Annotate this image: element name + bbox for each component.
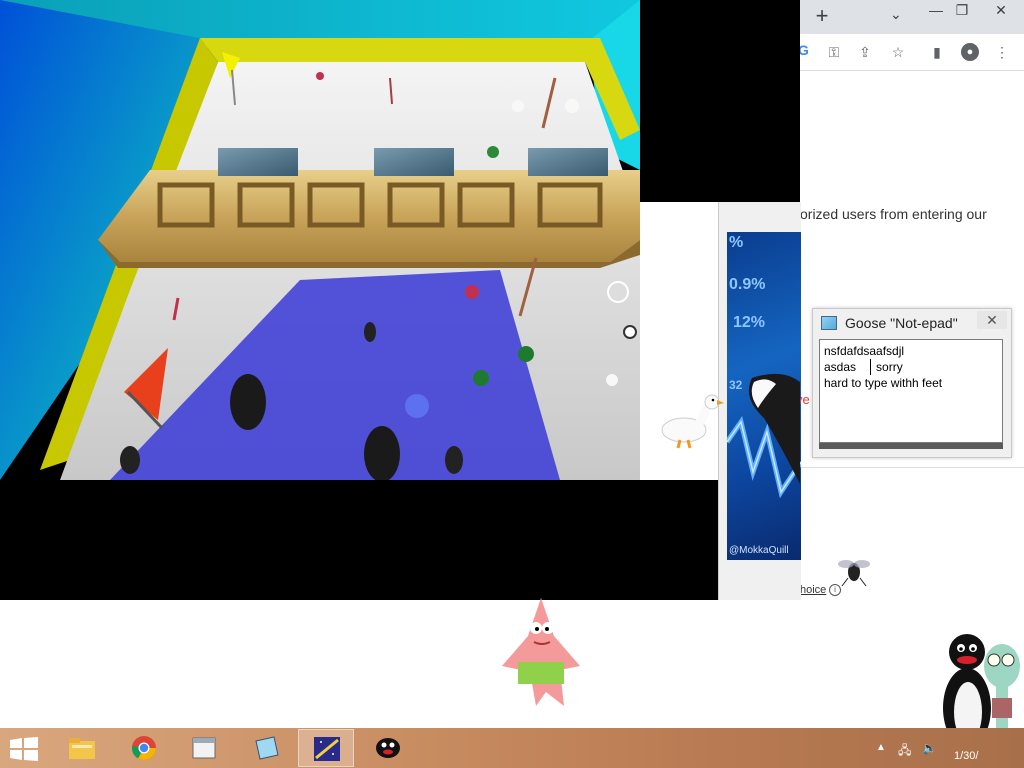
volume-icon[interactable]: 🔈 [922,741,937,755]
notepad-window[interactable]: Goose "Not-epad" ✕ nsfdafdsaafsdjl asdas… [812,308,1012,458]
notepad-icon [821,316,837,330]
profile-icon[interactable]: ● [961,43,979,61]
close-button[interactable]: ✕ [977,311,1007,329]
privacy-choice-link[interactable]: hoice [800,584,826,596]
horizontal-scrollbar[interactable] [819,443,1003,449]
stock-number: 12% [733,314,766,331]
taskbar-notepad[interactable] [238,729,294,767]
key-icon[interactable]: ⚿ [824,42,844,62]
new-tab-button[interactable]: + [810,4,834,28]
divider [800,467,1024,468]
notepad-app-icon [255,736,279,760]
taskbar-file-explorer[interactable] [54,729,110,767]
stock-number: 0.9% [729,276,766,293]
network-icon[interactable]: 🖧 [898,741,911,762]
page-body-text: orized users from entering our [800,206,987,222]
stock-number: % [729,234,744,251]
notepad-title: Goose "Not-epad" [845,315,958,331]
menu-kebab-icon[interactable]: ⋮ [992,42,1012,62]
folder-icon [69,738,95,759]
penguin-wing-graphic [748,373,800,484]
taskbar-clock[interactable]: 1/30/ [954,750,978,762]
tray-overflow-icon[interactable]: ▲ [876,742,886,753]
explorer-window-icon [192,737,216,759]
game-app-icon [314,737,340,761]
taskbar-windows-explorer[interactable] [176,729,232,767]
black-region [0,480,718,600]
notepad-titlebar[interactable]: Goose "Not-epad" ✕ [813,309,1011,337]
goose-icon[interactable] [658,392,726,454]
close-button[interactable]: ✕ [978,0,1024,22]
black-region [640,0,800,202]
side-panel-icon[interactable]: ▮ [927,42,947,62]
bookmark-star-icon[interactable]: ☆ [888,42,908,62]
pingu-app-icon [376,738,400,758]
chrome-icon [132,736,156,761]
text-caret [870,359,871,375]
notepad-text-area[interactable]: nsfdafdsaafsdjl asdas sorry hard to type… [819,339,1003,443]
restore-button[interactable]: ❐ [946,0,978,22]
taskbar-chrome[interactable] [116,729,172,767]
fly-icon [838,560,870,587]
windows-start-icon[interactable] [10,737,38,761]
taskbar-game[interactable] [298,729,354,767]
stock-number: 32 [729,378,743,392]
game-viewport[interactable] [0,0,640,480]
image-credit: @MokkaQuill [729,545,789,556]
tab-search-button[interactable]: ⌄ [890,6,902,23]
game-scene [0,0,640,480]
patrick-star-icon [502,598,580,706]
taskbar-pingu[interactable] [360,729,416,767]
share-icon[interactable]: ⇪ [855,42,875,62]
